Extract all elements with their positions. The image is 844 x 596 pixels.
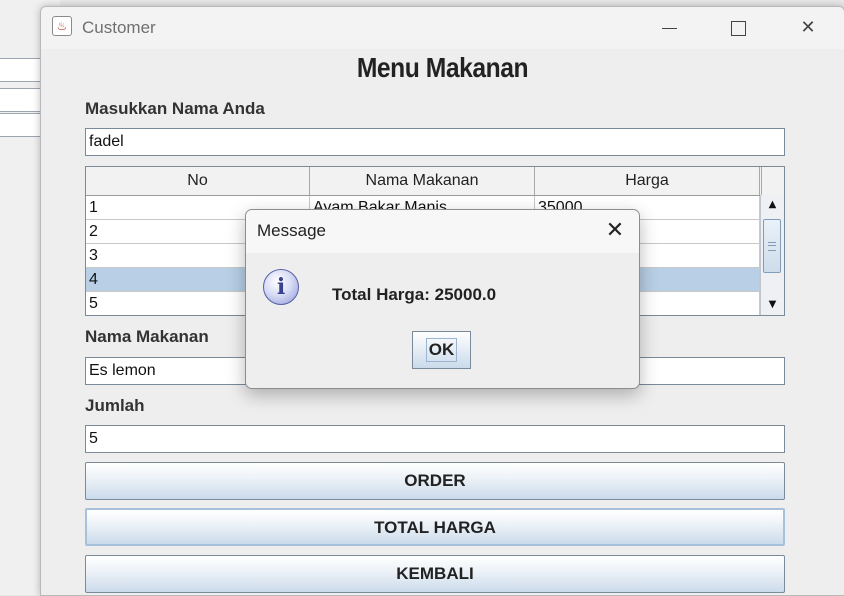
name-label: Masukkan Nama Anda — [85, 99, 265, 118]
column-header-harga[interactable]: Harga — [535, 167, 760, 195]
title-bar[interactable]: ♨ Customer ✕ — [41, 7, 844, 49]
scroll-down-arrow-icon[interactable]: ▼ — [761, 295, 784, 315]
maximize-button[interactable] — [716, 13, 760, 43]
minimize-button[interactable] — [647, 13, 691, 43]
message-dialog: Message ✕ i Total Harga: 25000.0 OK — [245, 209, 640, 389]
table-header: No Nama Makanan Harga — [86, 167, 784, 196]
maximize-icon — [730, 20, 746, 36]
background-field — [0, 113, 45, 137]
quantity-label: Jumlah — [85, 396, 145, 415]
ok-button[interactable]: OK — [412, 331, 471, 369]
table-scrollbar[interactable]: ▲ ▼ — [760, 195, 784, 315]
scrollbar-corner — [761, 167, 784, 195]
food-label: Nama Makanan — [85, 327, 209, 346]
dialog-title: Message — [257, 221, 326, 240]
dialog-close-button[interactable]: ✕ — [603, 217, 627, 245]
column-header-no[interactable]: No — [86, 167, 310, 195]
scroll-up-arrow-icon[interactable]: ▲ — [761, 195, 784, 215]
name-field[interactable]: fadel — [85, 128, 785, 156]
ok-button-label: OK — [425, 338, 458, 362]
minimize-icon — [661, 27, 677, 29]
order-button[interactable]: ORDER — [85, 462, 785, 500]
scrollbar-thumb[interactable] — [763, 219, 781, 273]
info-icon: i — [263, 269, 299, 305]
background-field — [0, 88, 45, 112]
close-button[interactable]: ✕ — [786, 13, 830, 43]
kembali-button[interactable]: KEMBALI — [85, 555, 785, 593]
grip-icon — [768, 242, 776, 251]
close-icon: ✕ — [800, 17, 816, 38]
page-title: Menu Makanan — [356, 52, 529, 83]
java-cup-icon: ♨ — [52, 16, 72, 36]
background-field — [0, 58, 45, 82]
column-header-nama-makanan[interactable]: Nama Makanan — [310, 167, 535, 195]
window-title: Customer — [82, 18, 156, 37]
dialog-message: Total Harga: 25000.0 — [332, 285, 497, 304]
total-harga-button[interactable]: TOTAL HARGA — [85, 508, 785, 546]
dialog-title-bar[interactable]: Message ✕ — [246, 210, 639, 253]
quantity-field[interactable]: 5 — [85, 425, 785, 453]
close-icon: ✕ — [605, 218, 625, 243]
